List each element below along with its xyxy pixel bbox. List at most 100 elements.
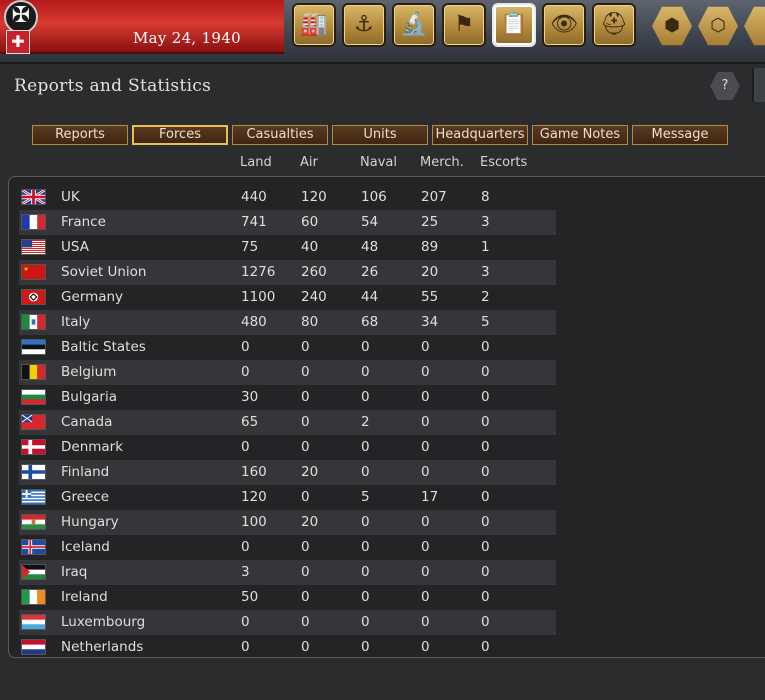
help-button[interactable]: ? [710,72,740,100]
air-value: 0 [301,489,310,505]
hex-grid-icon[interactable]: ⬡ [698,6,738,46]
merch-value: 207 [421,189,447,205]
table-row[interactable]: Hungary10020000 [19,510,556,535]
table-row[interactable]: France7416054253 [19,210,556,235]
country-name: Ireland [61,589,108,605]
country-name: Iraq [61,564,87,580]
escorts-value: 0 [481,364,490,380]
tab-casualties[interactable]: Casualties [232,125,328,145]
table-row[interactable]: Baltic States00000 [19,335,556,360]
merch-value: 25 [421,214,438,230]
escorts-value: 0 [481,439,490,455]
land-value: 160 [241,464,267,480]
table-row[interactable]: Canada650200 [19,410,556,435]
table-row[interactable]: Iraq30000 [19,560,556,585]
uk-flag-icon [21,189,46,205]
table-row[interactable]: Ireland500000 [19,585,556,610]
merch-value: 0 [421,389,430,405]
naval-value: 68 [361,314,378,330]
tab-reports[interactable]: Reports [32,125,128,145]
reports-icon[interactable]: 📋 [492,3,536,47]
merch-value: 0 [421,639,430,655]
naval-value: 0 [361,439,370,455]
country-name: Belgium [61,364,116,380]
table-row[interactable]: Finland16020000 [19,460,556,485]
naval-value: 0 [361,614,370,630]
tab-forces[interactable]: Forces [132,125,228,145]
country-name: Greece [61,489,109,505]
table-row[interactable]: Belgium00000 [19,360,556,385]
land-value: 50 [241,589,258,605]
table-row[interactable]: Greece12005170 [19,485,556,510]
air-value: 20 [301,464,318,480]
tab-headquarters[interactable]: Headquarters [432,125,528,145]
country-name: Finland [61,464,109,480]
naval-value: 44 [361,289,378,305]
soviet-flag-icon [21,264,46,280]
air-value: 0 [301,539,310,555]
naval-value: 5 [361,489,370,505]
table-row[interactable]: Germany110024044552 [19,285,556,310]
more-hex-button[interactable] [744,6,765,46]
country-name: Denmark [61,439,123,455]
naval-value: 0 [361,364,370,380]
country-name: Baltic States [61,339,146,355]
merch-value: 0 [421,514,430,530]
naval-value: 48 [361,239,378,255]
reports-panel: Reports and Statistics ? ReportsForcesCa… [0,62,765,700]
escorts-value: 5 [481,314,490,330]
merch-value: 0 [421,364,430,380]
tab-game-notes[interactable]: Game Notes [532,125,628,145]
merch-value: 0 [421,414,430,430]
land-value: 3 [241,564,250,580]
naval-value: 0 [361,464,370,480]
land-value: 0 [241,364,250,380]
table-row[interactable]: Netherlands00000 [19,635,556,660]
escorts-value: 0 [481,639,490,655]
country-name: Netherlands [61,639,143,655]
naval-value: 0 [361,639,370,655]
bulgaria-flag-icon [21,389,46,405]
country-name: Soviet Union [61,264,146,280]
col-merch-header: Merch. [420,155,464,170]
belgium-flag-icon [21,364,46,380]
escorts-value: 0 [481,614,490,630]
panel-edge-handle[interactable] [752,68,765,102]
escorts-value: 0 [481,564,490,580]
escorts-value: 3 [481,214,490,230]
naval-value: 0 [361,514,370,530]
intelligence-binoculars-icon[interactable]: 👁 [542,3,586,47]
country-name: Canada [61,414,112,430]
table-row[interactable]: Bulgaria300000 [19,385,556,410]
country-name: Hungary [61,514,119,530]
diplomacy-flag-icon[interactable]: ⚑ [442,3,486,47]
table-row[interactable]: Soviet Union127626026203 [19,260,556,285]
table-row[interactable]: USA754048891 [19,235,556,260]
research-icon[interactable]: 🔬 [392,3,436,47]
production-icon[interactable]: 🏭 [292,3,336,47]
land-value: 0 [241,539,250,555]
air-value: 0 [301,339,310,355]
table-row[interactable]: UK4401201062078 [19,185,556,210]
table-row[interactable]: Denmark00000 [19,435,556,460]
naval-icon[interactable]: ⚓ [342,3,386,47]
tab-message[interactable]: Message [632,125,728,145]
merch-value: 0 [421,564,430,580]
usa-flag-icon [21,239,46,255]
hex-map-icon[interactable]: ⬢ [652,6,692,46]
land-value: 100 [241,514,267,530]
merch-value: 0 [421,439,430,455]
merch-value: 17 [421,489,438,505]
greece-flag-icon [21,489,46,505]
table-row[interactable]: Iceland00000 [19,535,556,560]
naval-value: 54 [361,214,378,230]
escorts-value: 0 [481,489,490,505]
table-row[interactable]: Italy4808068345 [19,310,556,335]
air-value: 0 [301,389,310,405]
iron-cross-icon: ✠ [4,0,38,34]
army-helmet-icon[interactable]: ⛑ [592,3,636,47]
tab-units[interactable]: Units [332,125,428,145]
merch-value: 55 [421,289,438,305]
merch-value: 0 [421,589,430,605]
table-row[interactable]: Luxembourg00000 [19,610,556,635]
